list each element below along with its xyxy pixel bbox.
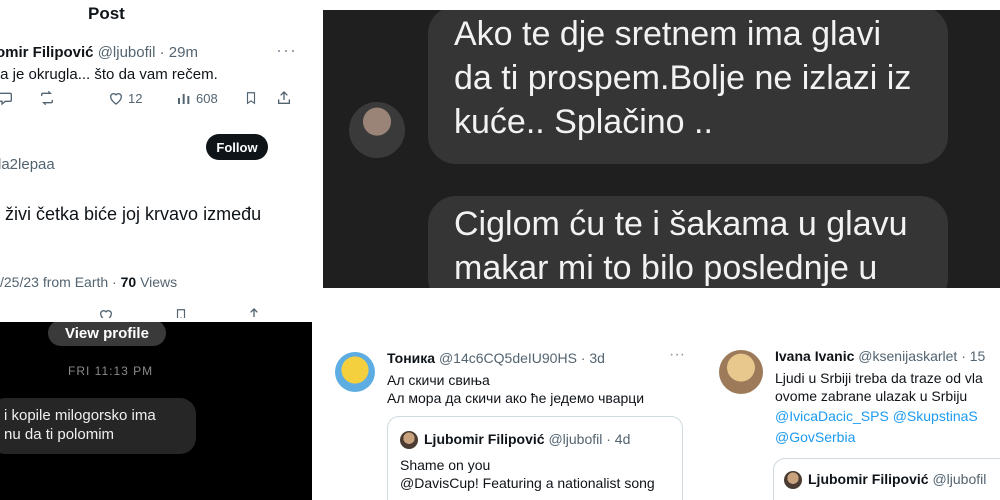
x-post-panel: Post omir Filipović @ljubofil · 29m ··· …	[0, 0, 312, 318]
post-view-label: Views	[136, 274, 178, 290]
bookmark-icon[interactable]	[174, 307, 188, 318]
share-icon	[278, 91, 290, 104]
author-handle: @ljubofil · 29m	[97, 44, 198, 61]
like-icon[interactable]	[98, 307, 114, 318]
post-text: ta je okrugla... što da vam rečem.	[0, 66, 218, 83]
chat-bubble: Ako te dje sretnem ima glavi da ti prosp…	[428, 10, 948, 164]
post-meta: /25/23 from Earth · 70 Views	[0, 274, 177, 290]
author-name: Тоника	[387, 350, 436, 366]
tweet-author[interactable]: Ivana Ivanic @ksenijaskarlet · 15	[775, 348, 985, 364]
author-name: omir Filipović	[0, 44, 94, 61]
quoted-text: @DavisCup! Featuring a nationalist song	[400, 475, 655, 491]
chat-bubble: i kopile milogorsko ima nu da ti polomim	[0, 398, 196, 454]
tweet-text: Ал мора да скичи ако ће једемо чварци	[387, 390, 645, 406]
more-icon[interactable]: ···	[669, 346, 685, 364]
more-icon[interactable]: ···	[276, 40, 297, 61]
reply-icon	[0, 92, 12, 106]
quoted-author: Ljubomir Filipović @ljubofil · 4d	[424, 431, 630, 447]
message-line: i kopile milogorsko ima	[4, 407, 156, 424]
post-actions: 12 608	[0, 90, 312, 112]
like-count: 12	[128, 90, 143, 106]
tweet-text: ovome zabrane ulazak u Srbiju	[775, 388, 968, 404]
post-date: /25/23 from Earth ·	[0, 274, 121, 290]
author-handle: @14c6CQ5deIU90HS · 3d	[438, 350, 605, 366]
avatar[interactable]	[335, 352, 375, 392]
views-icon	[178, 94, 190, 104]
quoted-author-name: Ljubomir Filipović	[424, 431, 545, 447]
view-profile-button[interactable]: View profile	[48, 322, 166, 346]
reply-author-handle[interactable]: la2lepaa	[0, 156, 55, 173]
quoted-tweet[interactable]: Ljubomir Filipović @ljubofil	[773, 458, 1000, 500]
bookmark-icon	[246, 92, 256, 105]
like-button[interactable]: 12	[108, 90, 142, 106]
tweet-text: Ал скичи свиња	[387, 372, 490, 388]
share-icon[interactable]	[246, 307, 262, 318]
quoted-text: Shame on you	[400, 457, 491, 473]
share-button[interactable]	[276, 90, 292, 106]
post-author[interactable]: omir Filipović @ljubofil · 29m	[0, 44, 198, 61]
reply-button[interactable]	[0, 90, 14, 106]
quoted-author: Ljubomir Filipović @ljubofil	[808, 471, 986, 487]
message-line: nu da ti polomim	[4, 426, 115, 443]
like-icon	[109, 93, 123, 105]
tweet-author[interactable]: Тоника @14c6CQ5deIU90HS · 3d	[387, 350, 605, 366]
avatar	[400, 431, 418, 449]
page-title: Post	[88, 4, 125, 23]
message-timestamp: FRI 11:13 PM	[68, 364, 154, 378]
reply-actions	[0, 303, 312, 318]
author-handle: @ksenijaskarlet · 15	[858, 348, 986, 364]
follow-button[interactable]: Follow	[206, 134, 268, 160]
mention-link[interactable]: @IvicaDacic_SPS	[775, 408, 889, 424]
mentions: @IvicaDacic_SPS @SkupstinaS	[775, 408, 978, 424]
retweet-icon	[41, 90, 53, 106]
mention-link[interactable]: @SkupstinaS	[893, 408, 978, 424]
bookmark-button[interactable]	[244, 90, 258, 106]
tweet-panel-ivana: Ivana Ivanic @ksenijaskarlet · 15 Ljudi …	[705, 340, 1000, 500]
retweet-button[interactable]	[38, 90, 56, 106]
black-chat-panel: View profile FRI 11:13 PM i kopile milog…	[0, 322, 312, 500]
views-count: 608	[196, 90, 218, 106]
avatar	[784, 471, 802, 489]
chat-bubble: Ciglom ću te i šakama u glavu makar mi t…	[428, 196, 948, 288]
avatar[interactable]	[349, 102, 405, 158]
quoted-author-handle: @ljubofil · 4d	[548, 431, 631, 447]
tweet-text: Ljudi u Srbiji treba da traze od vla	[775, 370, 983, 386]
mention-link[interactable]: @GovSerbia	[775, 429, 855, 445]
dark-chat-panel: Ako te dje sretnem ima glavi da ti prosp…	[323, 10, 1000, 288]
reply-text: i živi četka biće joj krvavo između	[0, 204, 262, 224]
mentions: @GovSerbia	[775, 429, 855, 445]
quoted-author-name: Ljubomir Filipović	[808, 471, 929, 487]
quoted-tweet[interactable]: Ljubomir Filipović @ljubofil · 4d Shame …	[387, 416, 683, 500]
post-view-count: 70	[120, 274, 137, 290]
tweet-panel-tonika: Тоника @14c6CQ5deIU90HS · 3d ··· Ал скич…	[323, 340, 695, 500]
author-name: Ivana Ivanic	[775, 348, 855, 364]
views-button[interactable]: 608	[176, 90, 218, 106]
quoted-author-handle: @ljubofil	[932, 471, 987, 487]
avatar[interactable]	[719, 350, 763, 394]
